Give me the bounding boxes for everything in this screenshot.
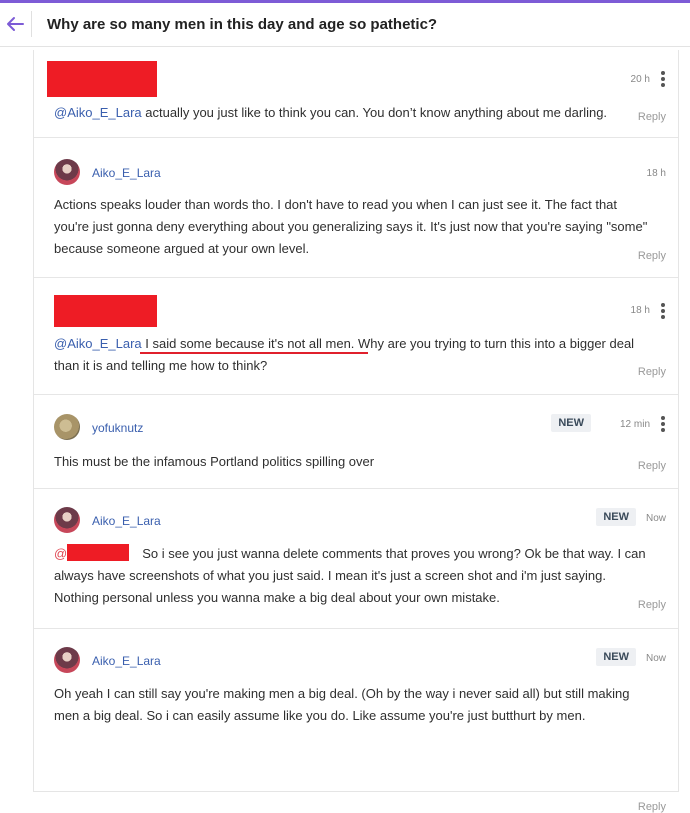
comment-time: 12 min: [619, 419, 650, 430]
comment-body: @ So i see you just wanna delete comments…: [54, 546, 646, 605]
comment: Aiko_E_Lara NEW Now @ So i see you just w…: [34, 489, 678, 629]
comment-time: Now: [645, 513, 666, 524]
more-options-icon[interactable]: [658, 416, 668, 432]
comment-time: 18 h: [630, 305, 650, 316]
reply-button[interactable]: Reply: [638, 366, 666, 378]
comment: Aiko_E_Lara NEW Now Oh yeah I can still …: [34, 629, 678, 813]
avatar[interactable]: [54, 414, 80, 440]
comment: 18 h @Aiko_E_Lara I said some because it…: [34, 278, 678, 395]
comment: yofuknutz NEW 12 min This must be the in…: [34, 395, 678, 489]
comment-time: Now: [645, 653, 666, 664]
more-options-icon[interactable]: [658, 303, 668, 319]
highlighted-text: I said some because it's not all men.: [145, 336, 355, 351]
new-badge: NEW: [551, 414, 591, 432]
username-link[interactable]: Aiko_E_Lara: [92, 166, 161, 180]
new-badge: NEW: [596, 508, 636, 526]
comment-body: @Aiko_E_Lara actually you just like to t…: [54, 105, 608, 120]
mention-link[interactable]: @Aiko_E_Lara: [54, 336, 142, 351]
reply-button[interactable]: Reply: [638, 599, 666, 611]
redacted-username: [47, 61, 157, 97]
comment-thread: 20 h @Aiko_E_Lara actually you just like…: [33, 50, 679, 813]
comment: Aiko_E_Lara 18 h Actions speaks louder t…: [34, 138, 678, 278]
divider: [31, 11, 32, 37]
comment-body: This must be the infamous Portland polit…: [54, 454, 375, 469]
new-badge: NEW: [596, 648, 636, 666]
mention-link[interactable]: @Aiko_E_Lara: [54, 105, 142, 120]
comment-time: 18 h: [646, 168, 666, 179]
back-arrow-icon[interactable]: [4, 13, 26, 35]
mention-link[interactable]: @: [54, 546, 67, 561]
comment: 20 h @Aiko_E_Lara actually you just like…: [34, 50, 678, 138]
comment-time: 20 h: [630, 74, 650, 85]
reply-button[interactable]: Reply: [638, 801, 666, 813]
top-bar: Why are so many men in this day and age …: [0, 0, 690, 47]
avatar[interactable]: [54, 647, 80, 673]
reply-button[interactable]: Reply: [638, 250, 666, 262]
page-title: Why are so many men in this day and age …: [47, 16, 438, 33]
username-link[interactable]: Aiko_E_Lara: [92, 514, 161, 528]
username-link[interactable]: Aiko_E_Lara: [92, 654, 161, 668]
red-underline: [140, 352, 368, 354]
redacted-username: [54, 295, 157, 327]
username-link[interactable]: yofuknutz: [92, 421, 143, 435]
more-options-icon[interactable]: [658, 71, 668, 87]
avatar[interactable]: [54, 159, 80, 185]
comment-body: Actions speaks louder than words tho. I …: [54, 197, 648, 256]
comment-body: Oh yeah I can still say you're making me…: [54, 686, 630, 723]
comment-body: @Aiko_E_Lara I said some because it's no…: [54, 336, 635, 373]
reply-button[interactable]: Reply: [638, 460, 666, 472]
reply-button[interactable]: Reply: [638, 111, 666, 123]
avatar[interactable]: [54, 507, 80, 533]
